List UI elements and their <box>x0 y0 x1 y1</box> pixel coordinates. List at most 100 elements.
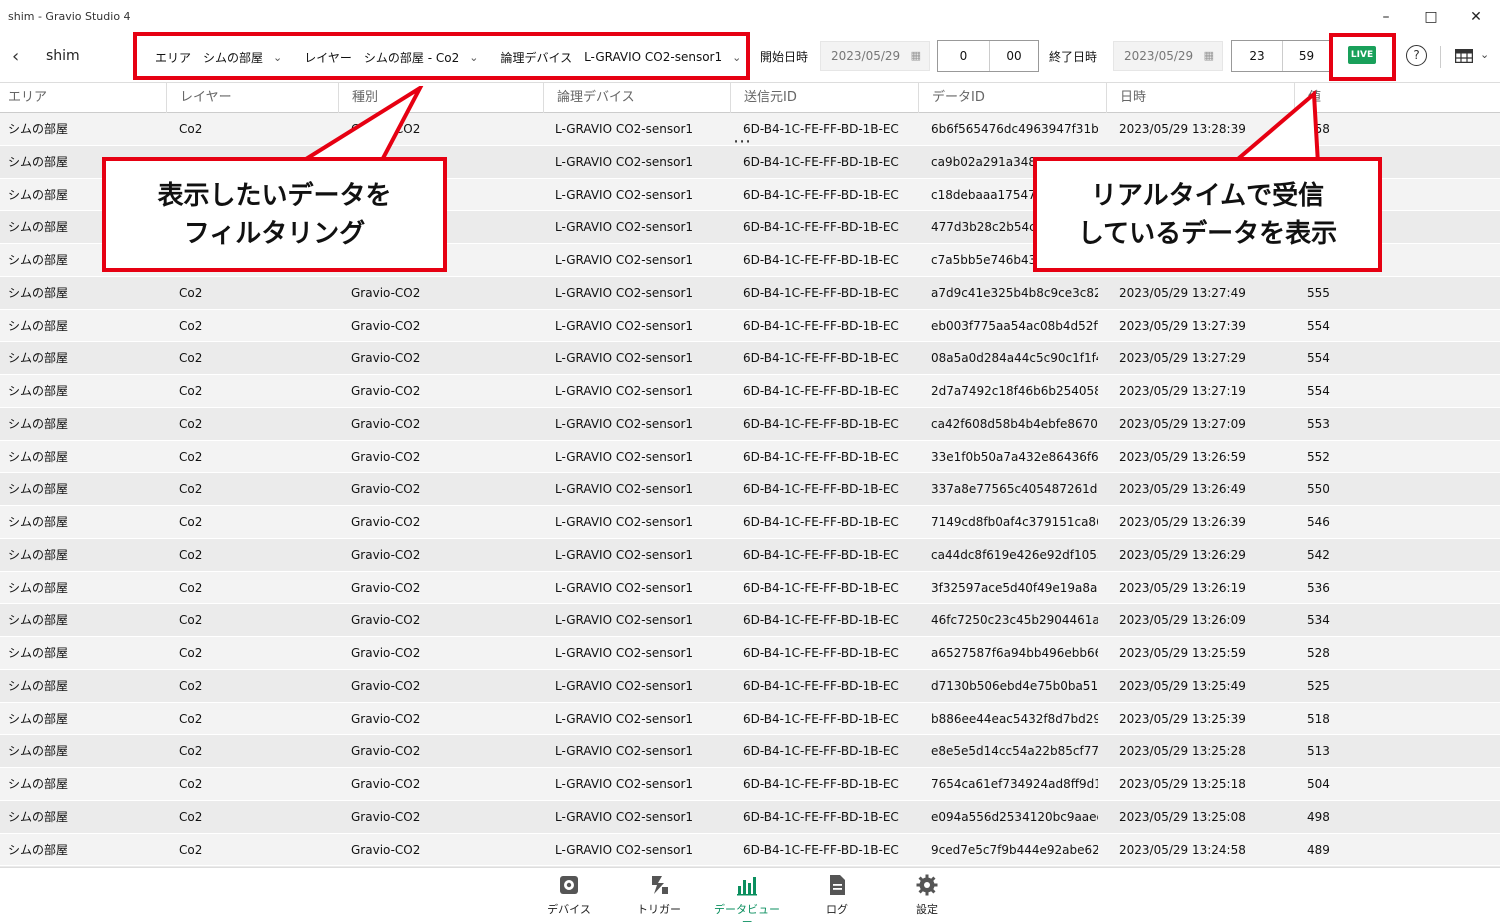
cell-device: L-GRAVIO CO2-sensor1 <box>555 613 694 628</box>
cell-data-id: 9ced7e5c7f9b444e92abe628 <box>931 842 1098 857</box>
chevron-down-icon[interactable]: ⌄ <box>1480 48 1489 61</box>
cell-sender-id: 6D-B4-1C-FE-FF-BD-1B-EC <box>743 122 899 136</box>
cell-layer: Co2 <box>179 678 203 693</box>
table-row[interactable]: シムの部屋 Co2 Gravio-CO2 L-GRAVIO CO2-sensor1 6D… <box>0 833 1500 867</box>
table-row[interactable]: シムの部屋 Co2 Gravio-CO2 L-GRAVIO CO2-sensor1 6D… <box>0 637 1500 670</box>
end-time-field[interactable]: 23 59 <box>1231 40 1331 72</box>
cell-value: 558 <box>1307 122 1330 136</box>
cell-data-id: eb003f775aa54ac08b4d52ff9 <box>931 318 1098 333</box>
nav-settings[interactable]: 設定 <box>892 874 962 917</box>
cell-datetime: 2023/05/29 13:26:59 <box>1119 449 1246 464</box>
cell-device: L-GRAVIO CO2-sensor1 <box>555 253 694 267</box>
cell-area: シムの部屋 <box>8 122 69 136</box>
table-row[interactable]: シムの部屋 Co2 Gravio-CO2 L-GRAVIO CO2-sensor1 6D… <box>0 309 1500 343</box>
column-header-device[interactable]: 論理デバイス <box>543 83 730 113</box>
cell-kind: Gravio-CO2 <box>351 416 421 431</box>
cell-datetime: 2023/05/29 13:25:49 <box>1119 678 1246 693</box>
nav-data-viewer[interactable]: データビューア <box>712 874 782 922</box>
help-icon[interactable]: ? <box>1406 45 1427 66</box>
end-date-value: 2023/05/29 <box>1124 49 1194 63</box>
table-row[interactable]: シムの部屋 Co2 Gravio-CO2 L-GRAVIO CO2-sensor1 6D… <box>0 801 1500 834</box>
cell-sender-id: 6D-B4-1C-FE-FF-BD-1B-EC <box>743 515 899 529</box>
nav-triggers[interactable]: トリガー <box>624 874 694 917</box>
table-row[interactable]: シムの部屋 Co2 Gravio-CO2 L-GRAVIO CO2-sensor1 6D… <box>0 604 1500 637</box>
gear-chip-icon <box>560 876 578 894</box>
minimize-button[interactable]: – <box>1366 6 1406 28</box>
cell-data-id: 7654ca61ef734924ad8ff9d10 <box>931 777 1098 791</box>
end-hour[interactable]: 23 <box>1232 41 1282 71</box>
table-row[interactable]: シムの部屋 Co2 Gravio-CO2 L-GRAVIO CO2-sensor1 6D… <box>0 408 1500 441</box>
cell-kind: Gravio-CO2 <box>351 842 421 857</box>
cell-layer: Co2 <box>179 318 203 333</box>
table-row[interactable]: シムの部屋 Co2 Gravio-CO2 L-GRAVIO CO2-sensor1 6D… <box>0 506 1500 539</box>
table-row[interactable]: シムの部屋 Co2 Gravio-CO2 L-GRAVIO CO2-sensor1 6D… <box>0 539 1500 572</box>
start-hour[interactable]: 0 <box>938 41 989 71</box>
cell-layer: Co2 <box>179 384 203 398</box>
end-datetime-label: 終了日時 <box>1049 50 1098 64</box>
maximize-button[interactable]: □ <box>1411 6 1451 28</box>
cell-value: 553 <box>1307 416 1330 431</box>
cell-sender-id: 6D-B4-1C-FE-FF-BD-1B-EC <box>743 220 899 235</box>
filter-highlight-box <box>133 32 750 80</box>
cell-sender-id: 6D-B4-1C-FE-FF-BD-1B-EC <box>743 678 899 693</box>
cell-kind: Gravio-CO2 <box>351 580 421 595</box>
cell-sender-id: 6D-B4-1C-FE-FF-BD-1B-EC <box>743 646 899 660</box>
cell-device: L-GRAVIO CO2-sensor1 <box>555 809 694 824</box>
cell-data-id: d7130b506ebd4e75b0ba51fc <box>931 678 1098 693</box>
table-row[interactable]: シムの部屋 Co2 Gravio-CO2 L-GRAVIO CO2-sensor1 6D… <box>0 473 1500 506</box>
cell-value: 518 <box>1307 711 1330 726</box>
table-row[interactable]: シムの部屋 Co2 Gravio-CO2 L-GRAVIO CO2-sensor1 6D… <box>0 702 1500 736</box>
calendar-icon: ▦ <box>1203 49 1214 62</box>
cell-kind: Gravio-CO2 <box>351 777 421 791</box>
cell-value: 552 <box>1307 449 1330 464</box>
cell-data-id: 337a8e77565c405487261d41 <box>931 482 1098 497</box>
cell-area: シムの部屋 <box>8 449 69 464</box>
cell-datetime: 2023/05/29 13:25:39 <box>1119 711 1246 726</box>
cell-value: 528 <box>1307 646 1330 660</box>
nav-log-label: ログ <box>826 903 848 916</box>
cell-datetime: 2023/05/29 13:25:59 <box>1119 646 1246 660</box>
end-minute[interactable]: 59 <box>1282 41 1330 71</box>
table-row[interactable]: シムの部屋 Co2 Gravio-CO2 L-GRAVIO CO2-sensor1 6D… <box>0 440 1500 474</box>
table-row[interactable]: シムの部屋 Co2 Gravio-CO2 L-GRAVIO CO2-sensor1 6D… <box>0 342 1500 375</box>
bottom-navigation: デバイス トリガー データビューア ログ <box>0 867 1500 922</box>
cell-datetime: 2023/05/29 13:25:08 <box>1119 809 1246 824</box>
cell-datetime: 2023/05/29 13:25:18 <box>1119 777 1246 791</box>
close-button[interactable]: ✕ <box>1456 6 1496 28</box>
cell-device: L-GRAVIO CO2-sensor1 <box>555 154 694 169</box>
table-view-icon[interactable] <box>1455 49 1473 63</box>
cell-area: シムの部屋 <box>8 777 69 791</box>
cell-sender-id: 6D-B4-1C-FE-FF-BD-1B-EC <box>743 482 899 497</box>
cell-kind: Gravio-CO2 <box>351 318 421 333</box>
cell-layer: Co2 <box>179 482 203 497</box>
start-date-field[interactable]: 2023/05/29 ▦ <box>820 41 930 71</box>
cell-area: シムの部屋 <box>8 744 69 759</box>
table-row[interactable]: シムの部屋 Co2 Gravio-CO2 L-GRAVIO CO2-sensor1 6D… <box>0 735 1500 768</box>
column-header-data-id[interactable]: データID <box>918 83 1106 113</box>
table-row[interactable]: シムの部屋 Co2 Gravio-CO2 L-GRAVIO CO2-sensor1 6D… <box>0 571 1500 605</box>
cell-value: 550 <box>1307 482 1330 497</box>
cell-sender-id: 6D-B4-1C-FE-FF-BD-1B-EC <box>743 711 899 726</box>
table-row[interactable]: シムの部屋 Co2 Gravio-CO2 L-GRAVIO CO2-sensor1 6D… <box>0 375 1500 408</box>
cell-area: シムの部屋 <box>8 547 69 562</box>
cell-sender-id: 6D-B4-1C-FE-FF-BD-1B-EC <box>743 154 899 169</box>
column-header-sender-id[interactable]: 送信元ID <box>730 83 918 113</box>
cell-value: 536 <box>1307 580 1330 595</box>
table-row[interactable]: シムの部屋 Co2 Gravio-CO2 L-GRAVIO CO2-sensor1 6D… <box>0 768 1500 801</box>
calendar-icon: ▦ <box>910 49 921 62</box>
filter-callout-line2: フィルタリング <box>183 219 366 249</box>
column-header-area[interactable]: エリア <box>0 83 166 113</box>
table-row[interactable]: シムの部屋 Co2 Gravio-CO2 L-GRAVIO CO2-sensor1 6D… <box>0 277 1500 310</box>
start-time-field[interactable]: 0 00 <box>937 40 1039 72</box>
nav-devices[interactable]: デバイス <box>534 874 604 917</box>
back-arrow-icon[interactable]: ‹ <box>12 46 19 67</box>
table-row[interactable]: シムの部屋 Co2 Gravio-CO2 L-GRAVIO CO2-sensor1 6D… <box>0 670 1500 703</box>
cell-sender-id: 6D-B4-1C-FE-FF-BD-1B-EC <box>743 777 899 791</box>
cell-sender-id: 6D-B4-1C-FE-FF-BD-1B-EC <box>743 285 899 300</box>
cell-device: L-GRAVIO CO2-sensor1 <box>555 318 694 333</box>
start-minute[interactable]: 00 <box>989 41 1038 71</box>
end-date-field[interactable]: 2023/05/29 ▦ <box>1113 41 1223 71</box>
cell-sender-id: 6D-B4-1C-FE-FF-BD-1B-EC <box>743 547 899 562</box>
cell-kind: Gravio-CO2 <box>351 384 421 398</box>
nav-log[interactable]: ログ <box>802 874 872 917</box>
